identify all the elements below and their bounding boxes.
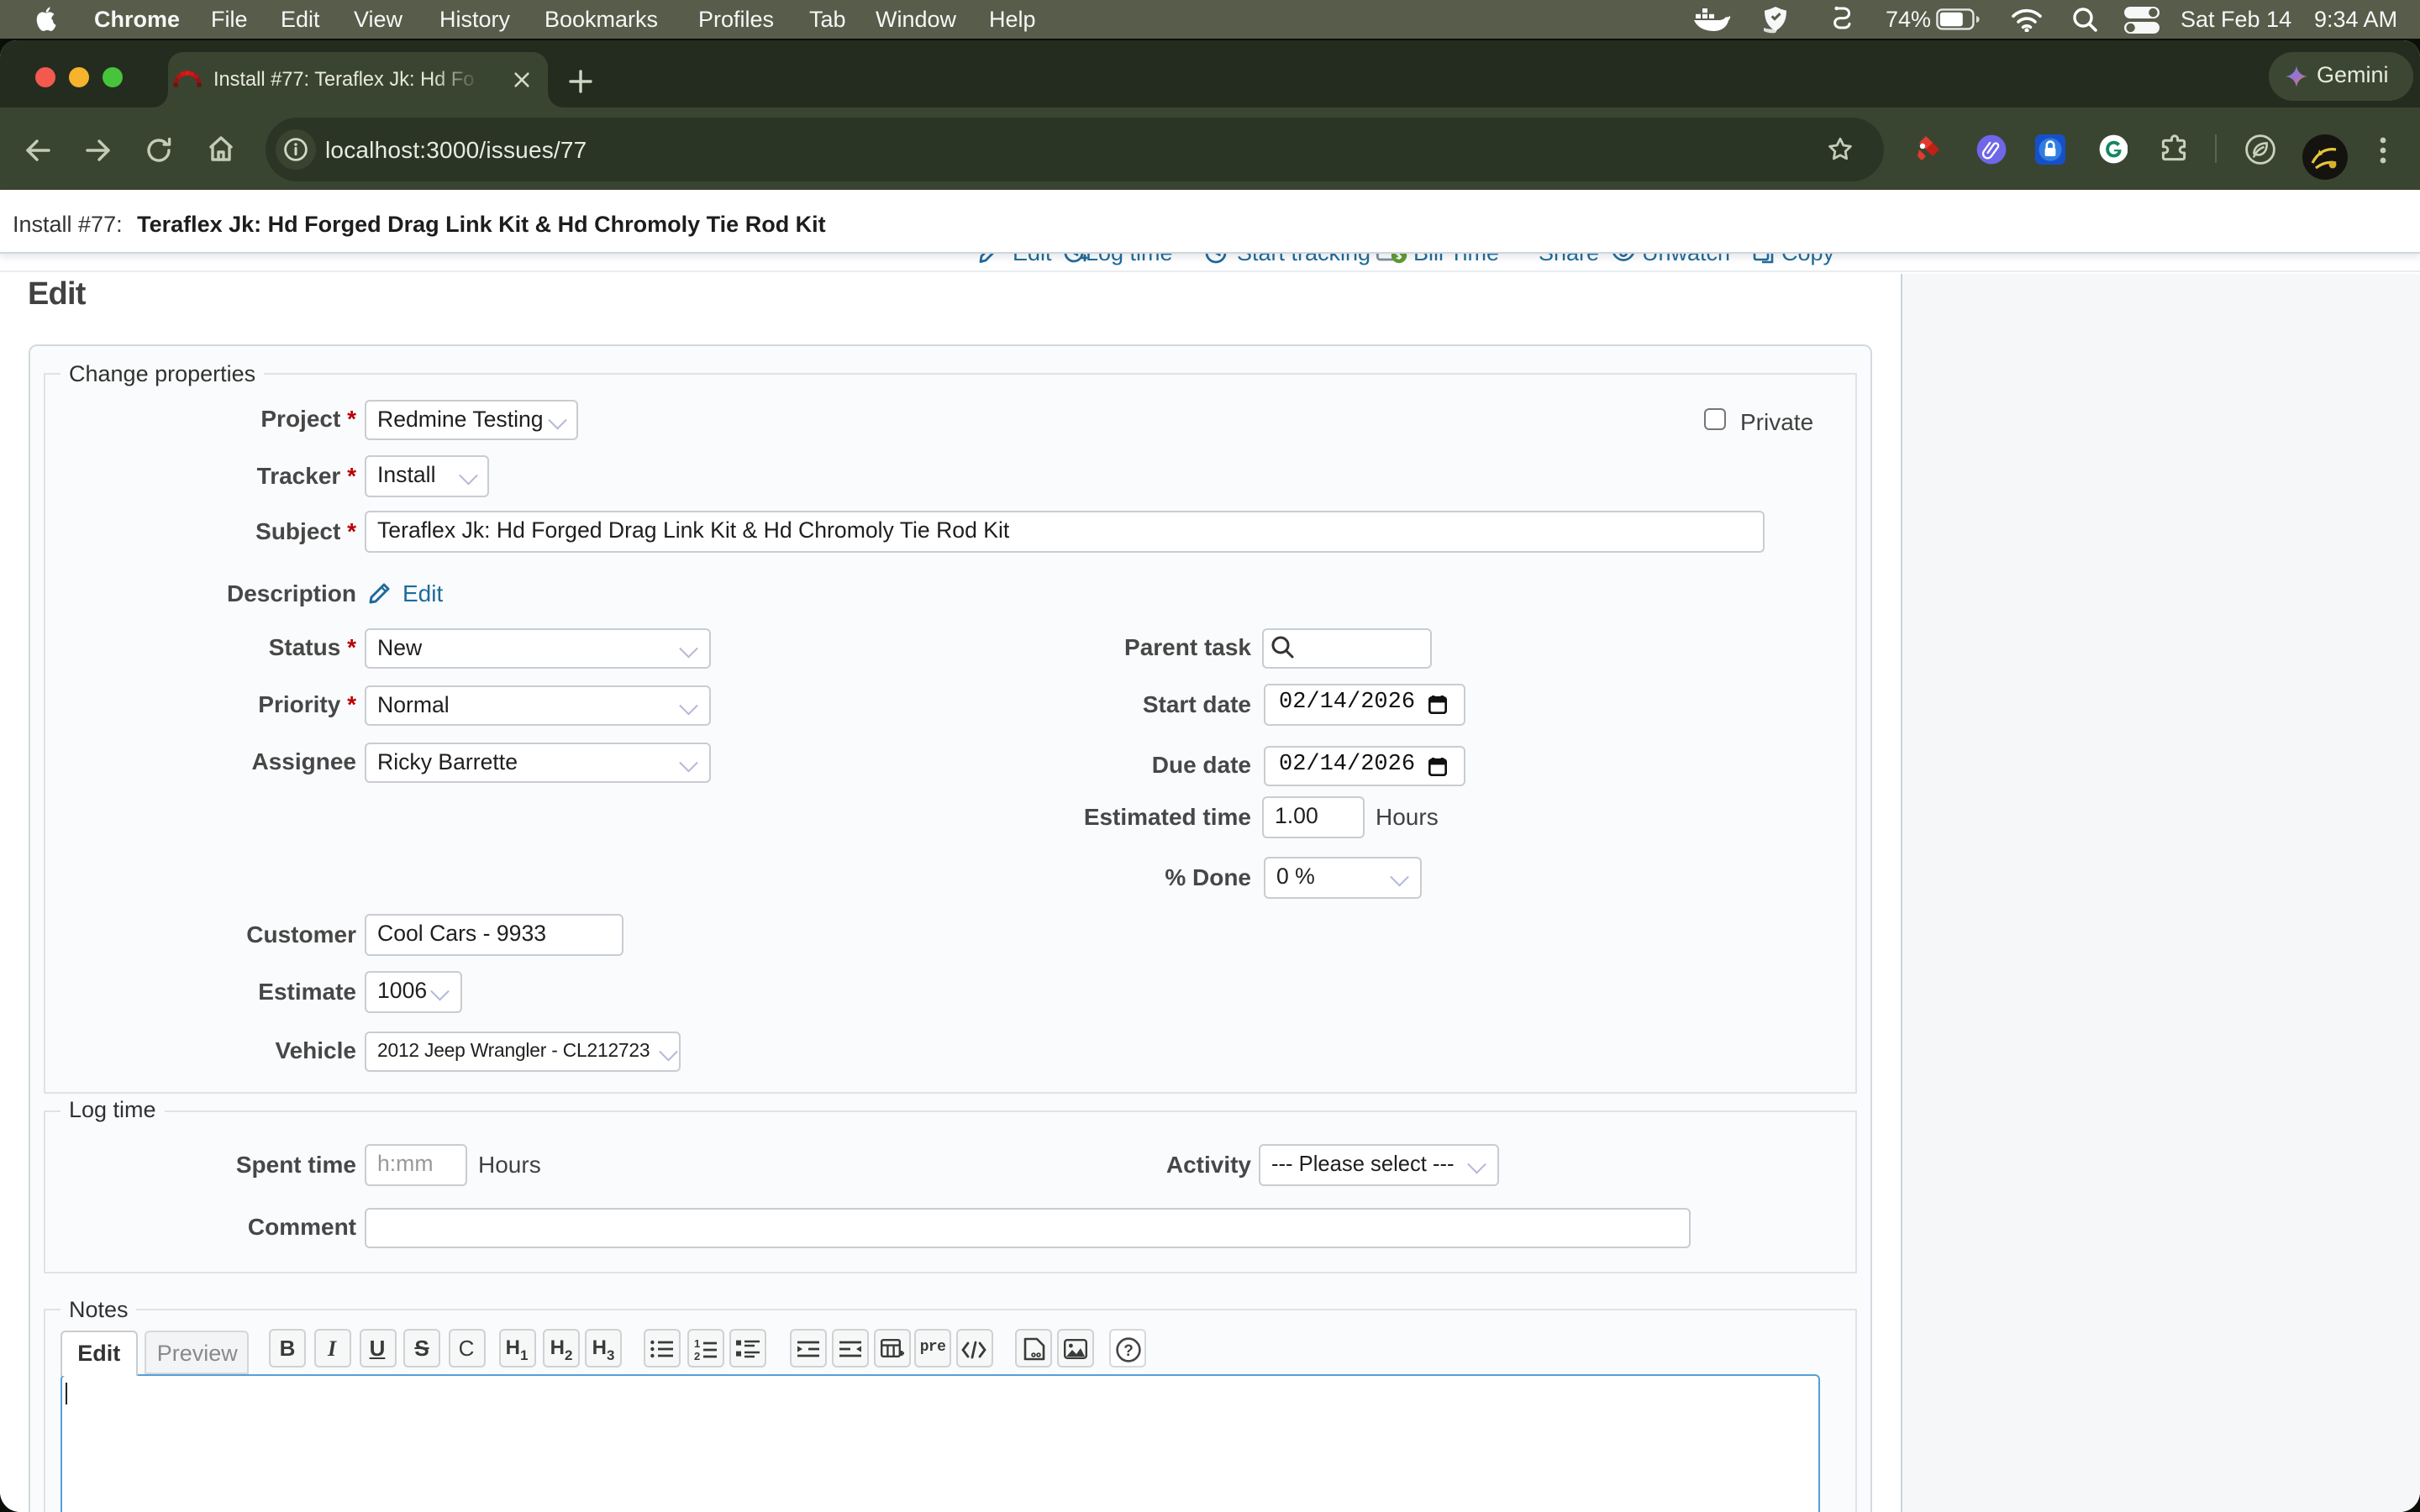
svg-text:?: ? — [1123, 1341, 1133, 1359]
svg-text:1: 1 — [693, 1338, 699, 1349]
svg-text:2: 2 — [693, 1349, 699, 1360]
